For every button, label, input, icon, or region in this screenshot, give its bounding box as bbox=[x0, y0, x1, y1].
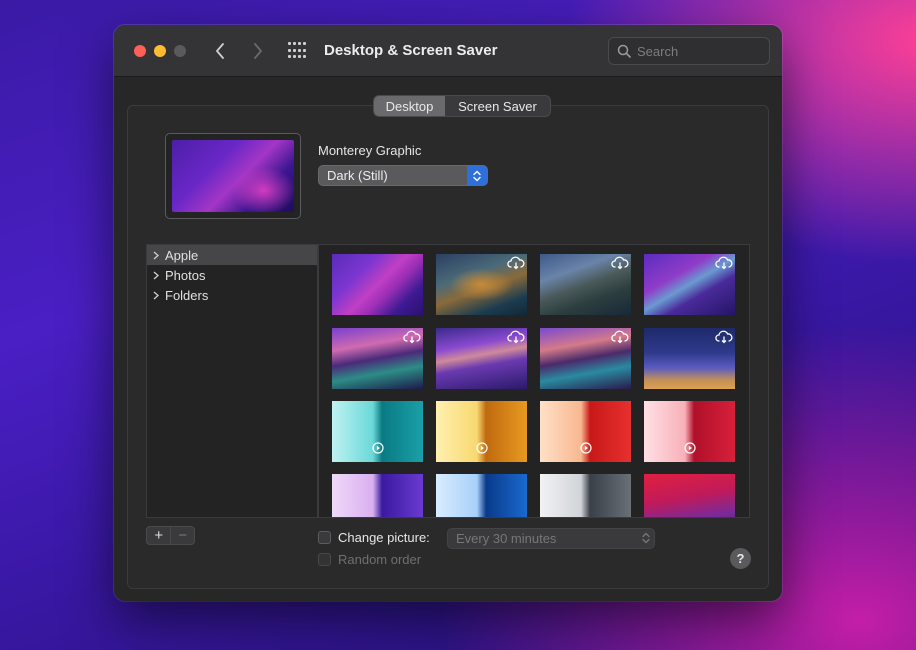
sidebar-item-label: Apple bbox=[165, 247, 199, 263]
tab-desktop[interactable]: Desktop bbox=[374, 96, 445, 116]
wallpaper-thumbnail[interactable] bbox=[644, 401, 735, 462]
source-list: Apple Photos Folders bbox=[146, 244, 318, 518]
wallpaper-thumbnail[interactable] bbox=[644, 254, 735, 315]
add-remove-control: + − bbox=[146, 526, 195, 545]
desktop-panel: Desktop Screen Saver Monterey Graphic Da… bbox=[127, 95, 769, 589]
sidebar-item-photos[interactable]: Photos bbox=[147, 265, 317, 285]
play-icon[interactable] bbox=[372, 442, 384, 454]
wallpaper-thumbnail[interactable] bbox=[540, 401, 631, 462]
add-button[interactable]: + bbox=[147, 527, 170, 544]
chevron-left-icon bbox=[216, 43, 224, 59]
cloud-download-icon[interactable] bbox=[715, 330, 733, 344]
cloud-download-icon[interactable] bbox=[403, 330, 421, 344]
show-all-grid-icon[interactable] bbox=[288, 42, 308, 60]
cloud-download-icon[interactable] bbox=[611, 256, 629, 270]
sidebar-item-label: Folders bbox=[165, 287, 209, 303]
cloud-download-icon[interactable] bbox=[507, 256, 525, 270]
tab-segmented-control: Desktop Screen Saver bbox=[373, 95, 551, 117]
cloud-download-icon[interactable] bbox=[507, 330, 525, 344]
wallpaper-thumbnail[interactable] bbox=[436, 254, 527, 315]
updown-arrows-icon bbox=[467, 165, 487, 186]
wallpaper-thumbnail[interactable] bbox=[436, 328, 527, 389]
sidebar-item-apple[interactable]: Apple bbox=[147, 245, 317, 265]
wallpaper-thumbnail[interactable] bbox=[644, 328, 735, 389]
minimize-button[interactable] bbox=[154, 45, 166, 57]
appearance-popup[interactable]: Dark (Still) bbox=[318, 165, 488, 186]
interval-popup-value: Every 30 minutes bbox=[456, 531, 557, 546]
chevron-right-icon[interactable] bbox=[153, 291, 165, 300]
window-title: Desktop & Screen Saver bbox=[324, 42, 498, 59]
play-icon[interactable] bbox=[684, 442, 696, 454]
interval-popup: Every 30 minutes bbox=[447, 528, 655, 549]
search-field[interactable] bbox=[608, 37, 770, 65]
play-icon[interactable] bbox=[580, 442, 592, 454]
change-picture-checkbox[interactable] bbox=[318, 531, 331, 544]
change-picture-label: Change picture: bbox=[338, 530, 430, 545]
title-bar: Desktop & Screen Saver bbox=[114, 25, 782, 77]
updown-arrows-icon bbox=[642, 532, 650, 544]
wallpaper-thumbnail[interactable] bbox=[540, 328, 631, 389]
cloud-download-icon[interactable] bbox=[715, 256, 733, 270]
random-order-label: Random order bbox=[338, 552, 422, 567]
search-icon bbox=[617, 44, 631, 58]
wallpaper-thumbnail[interactable] bbox=[644, 474, 735, 517]
search-input[interactable] bbox=[637, 42, 763, 60]
chevron-right-icon[interactable] bbox=[153, 271, 165, 280]
tab-screen-saver[interactable]: Screen Saver bbox=[445, 96, 550, 116]
wallpaper-thumbnail[interactable] bbox=[332, 254, 423, 315]
back-button[interactable] bbox=[208, 39, 232, 63]
preferences-window: Desktop & Screen Saver Desktop Screen Sa… bbox=[114, 25, 782, 601]
appearance-popup-value: Dark (Still) bbox=[327, 168, 388, 183]
wallpaper-preview bbox=[165, 133, 301, 219]
play-icon[interactable] bbox=[476, 442, 488, 454]
wallpaper-gallery bbox=[318, 244, 750, 518]
chevron-right-icon bbox=[254, 43, 262, 59]
wallpaper-thumbnail[interactable] bbox=[332, 328, 423, 389]
sidebar-item-folders[interactable]: Folders bbox=[147, 285, 317, 305]
forward-button[interactable] bbox=[246, 39, 270, 63]
wallpaper-name: Monterey Graphic bbox=[318, 143, 422, 158]
remove-button: − bbox=[170, 527, 194, 544]
close-button[interactable] bbox=[134, 45, 146, 57]
wallpaper-preview-image bbox=[172, 140, 294, 212]
wallpaper-thumbnail[interactable] bbox=[332, 401, 423, 462]
wallpaper-thumbnail[interactable] bbox=[540, 474, 631, 517]
wallpaper-thumbnail[interactable] bbox=[540, 254, 631, 315]
wallpaper-thumbnail[interactable] bbox=[436, 401, 527, 462]
random-order-checkbox bbox=[318, 553, 331, 566]
chevron-right-icon[interactable] bbox=[153, 251, 165, 260]
zoom-button bbox=[174, 45, 186, 57]
wallpaper-thumbnail[interactable] bbox=[436, 474, 527, 517]
cloud-download-icon[interactable] bbox=[611, 330, 629, 344]
help-button[interactable]: ? bbox=[730, 548, 751, 569]
wallpaper-thumbnail[interactable] bbox=[332, 474, 423, 517]
sidebar-item-label: Photos bbox=[165, 267, 206, 283]
